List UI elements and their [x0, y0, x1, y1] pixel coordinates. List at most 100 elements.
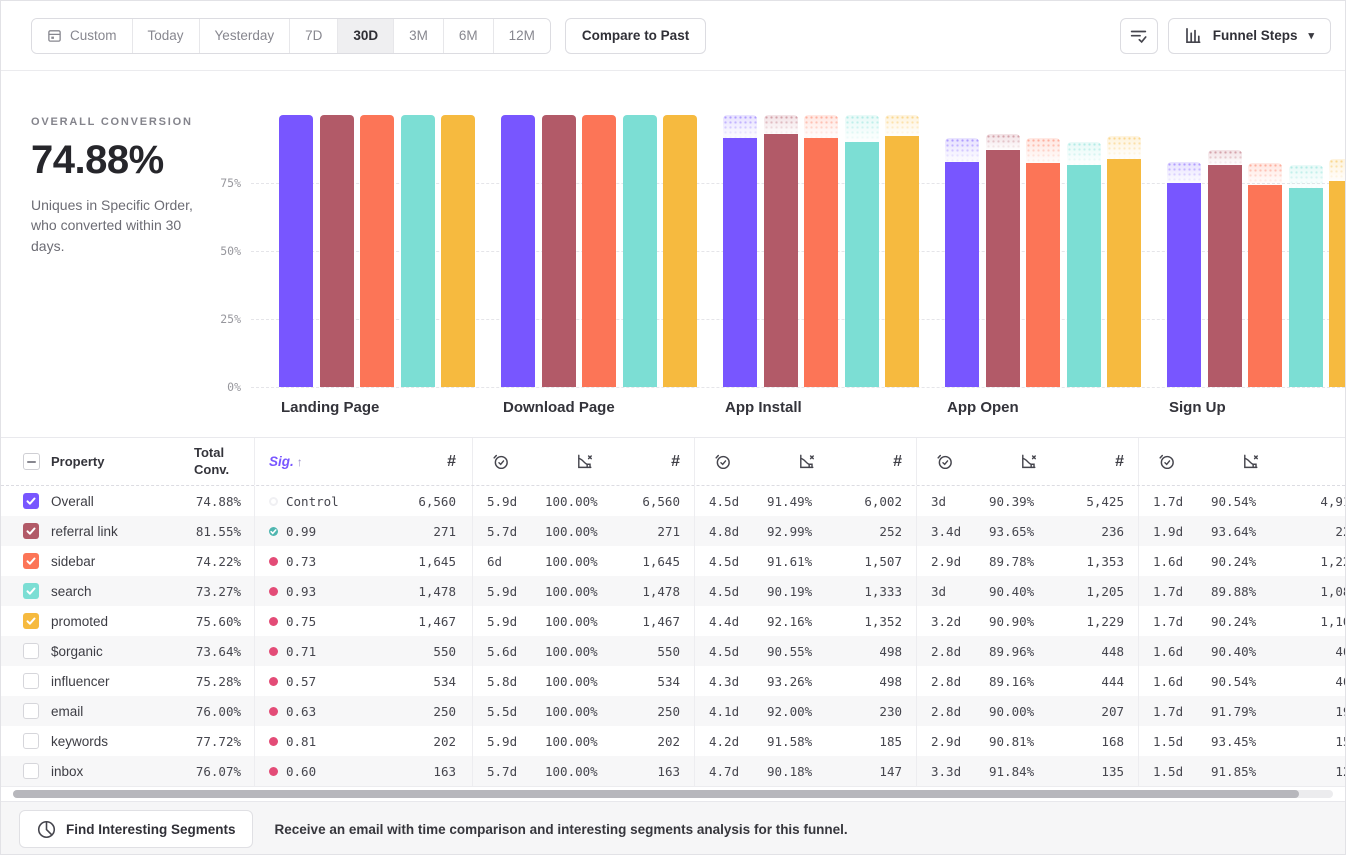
select-all-checkbox[interactable]: [23, 453, 40, 470]
bar-search[interactable]: [623, 115, 657, 387]
conversion-column-header[interactable]: [989, 452, 1079, 471]
bar-referral-link[interactable]: [320, 115, 354, 387]
time-column-header[interactable]: [1139, 452, 1211, 471]
funnel-steps-button[interactable]: Funnel Steps ▾: [1168, 18, 1331, 54]
step-count: 498: [857, 644, 916, 659]
bar-promoted[interactable]: [441, 115, 475, 387]
time-column-header[interactable]: [695, 452, 767, 471]
table-row[interactable]: search73.27%0.931,4785.9d100.00%1,4784.5…: [1, 576, 1345, 606]
conversion-column-header[interactable]: [1211, 452, 1301, 471]
bar-search[interactable]: [845, 142, 879, 387]
time-to-convert: 1.9d: [1139, 524, 1211, 539]
bar-sidebar[interactable]: [1026, 163, 1060, 387]
bar-promoted[interactable]: [1107, 159, 1141, 387]
row-checkbox[interactable]: [23, 553, 39, 569]
date-range-6m[interactable]: 6M: [443, 19, 493, 53]
row-checkbox[interactable]: [23, 763, 39, 779]
property-column-header[interactable]: Property: [51, 454, 186, 469]
count-column-header[interactable]: #: [1079, 453, 1138, 471]
total-conversion-value: 77.72%: [186, 734, 254, 749]
bar-sidebar[interactable]: [582, 115, 616, 387]
scrollbar-thumb[interactable]: [13, 790, 1299, 798]
time-to-convert: 4.4d: [695, 614, 767, 629]
count-column-header[interactable]: #: [857, 453, 916, 471]
bar-Overall[interactable]: [945, 162, 979, 387]
bar-promoted[interactable]: [663, 115, 697, 387]
bar-search[interactable]: [1289, 188, 1323, 387]
row-checkbox[interactable]: [23, 703, 39, 719]
bar-Overall[interactable]: [723, 138, 757, 387]
table-row[interactable]: influencer75.28%0.575345.8d100.00%5344.3…: [1, 666, 1345, 696]
row-checkbox-cell: [1, 703, 51, 719]
table-row[interactable]: email76.00%0.632505.5d100.00%2504.1d92.0…: [1, 696, 1345, 726]
step-cells-sign-up: 1.5d93.45%157: [1138, 726, 1346, 756]
row-checkbox[interactable]: [23, 523, 39, 539]
bar-Overall[interactable]: [501, 115, 535, 387]
step-label: Landing Page: [281, 399, 379, 416]
total-conversion-value: 75.60%: [186, 614, 254, 629]
table-row[interactable]: inbox76.07%0.601635.7d100.00%1634.7d90.1…: [1, 756, 1345, 786]
bar-search[interactable]: [1067, 165, 1101, 387]
compare-to-past-button[interactable]: Compare to Past: [565, 18, 706, 54]
bar-sidebar[interactable]: [1248, 185, 1282, 387]
table-row[interactable]: referral link81.55%0.992715.7d100.00%271…: [1, 516, 1345, 546]
bar-Overall[interactable]: [279, 115, 313, 387]
date-range-yesterday[interactable]: Yesterday: [199, 19, 290, 53]
date-range-3m[interactable]: 3M: [393, 19, 443, 53]
sig-column-header[interactable]: Sig.↑: [255, 454, 303, 469]
date-range-custom[interactable]: Custom: [32, 19, 132, 53]
conversion-column-header[interactable]: [545, 452, 635, 471]
count-column-header[interactable]: #: [635, 453, 694, 471]
table-row[interactable]: promoted75.60%0.751,4675.9d100.00%1,4674…: [1, 606, 1345, 636]
bar-search[interactable]: [401, 115, 435, 387]
time-column-header[interactable]: [917, 452, 989, 471]
row-checkbox[interactable]: [23, 493, 39, 509]
bar-referral-link[interactable]: [542, 115, 576, 387]
count-column-header[interactable]: #: [303, 453, 472, 471]
step-cells-sign-up: 1.7d90.54%4,912: [1138, 486, 1346, 516]
row-checkbox[interactable]: [23, 733, 39, 749]
bar-referral-link[interactable]: [764, 134, 798, 387]
conversion-column-header[interactable]: [767, 452, 857, 471]
date-range-today[interactable]: Today: [132, 19, 199, 53]
significance-cell: 0.81: [255, 734, 316, 749]
bar-Overall[interactable]: [1167, 183, 1201, 387]
bar-dropoff-search: [1067, 142, 1101, 166]
bar-sidebar[interactable]: [804, 138, 838, 387]
table-row[interactable]: sidebar74.22%0.731,6456d100.00%1,6454.5d…: [1, 546, 1345, 576]
bar-referral-link[interactable]: [1208, 165, 1242, 387]
step-cells-app-install: 4.3d93.26%498: [694, 666, 916, 696]
bar-promoted[interactable]: [1329, 181, 1345, 387]
date-range-30d[interactable]: 30D: [337, 19, 393, 53]
date-range-7d[interactable]: 7D: [289, 19, 337, 53]
total-conv-column-header[interactable]: Total Conv.: [186, 445, 254, 478]
time-to-convert: 4.5d: [695, 494, 767, 509]
significance-value: Control: [286, 494, 339, 509]
count-hash-icon: #: [447, 453, 456, 470]
time-to-convert: 4.8d: [695, 524, 767, 539]
row-checkbox[interactable]: [23, 673, 39, 689]
chevron-down-icon: ▾: [1308, 29, 1314, 42]
filter-check-button[interactable]: [1120, 18, 1158, 54]
time-column-header[interactable]: [473, 452, 545, 471]
row-checkbox[interactable]: [23, 613, 39, 629]
table-row[interactable]: Overall74.88%Control6,5605.9d100.00%6,56…: [1, 486, 1345, 516]
date-range-12m[interactable]: 12M: [493, 19, 550, 53]
property-name: sidebar: [51, 554, 186, 569]
row-checkbox[interactable]: [23, 583, 39, 599]
count-hash-icon: #: [893, 453, 902, 470]
row-checkbox-cell: [1, 493, 51, 509]
step-cells-sign-up: 1.6d90.40%405: [1138, 636, 1346, 666]
bar-promoted[interactable]: [885, 136, 919, 387]
row-checkbox[interactable]: [23, 643, 39, 659]
bar-referral-link[interactable]: [986, 150, 1020, 387]
table-row[interactable]: $organic73.64%0.715505.6d100.00%5504.5d9…: [1, 636, 1345, 666]
find-interesting-segments-button[interactable]: Find Interesting Segments: [19, 810, 253, 848]
bar-dropoff-promoted: [1107, 136, 1141, 159]
table-row[interactable]: keywords77.72%0.812025.9d100.00%2024.2d9…: [1, 726, 1345, 756]
step-cells-landing-page: 0.99271: [254, 516, 472, 546]
conversion-rate: 100.00%: [545, 704, 635, 719]
step-cells-app-install: 4.2d91.58%185: [694, 726, 916, 756]
count-column-header[interactable]: #: [1301, 453, 1346, 471]
bar-sidebar[interactable]: [360, 115, 394, 387]
